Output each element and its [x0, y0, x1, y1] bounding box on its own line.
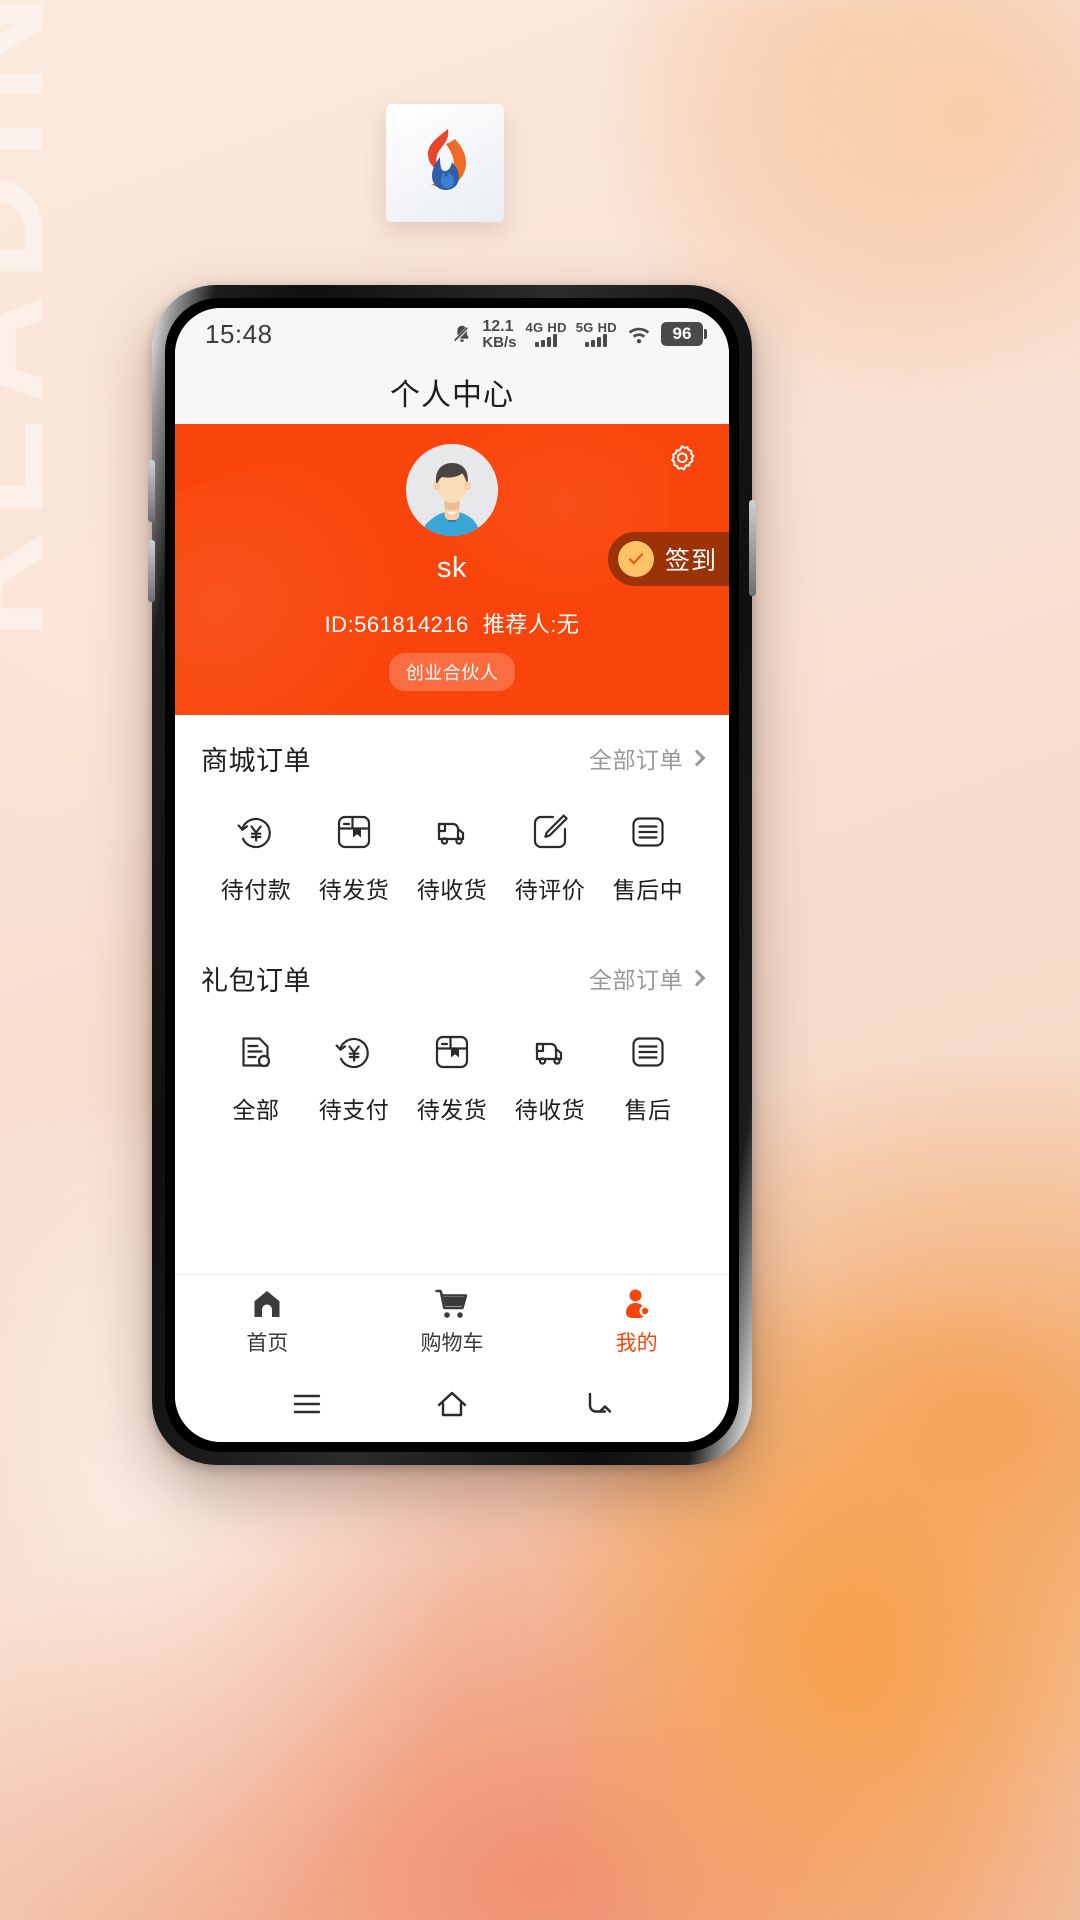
user-id: ID:561814216 [324, 612, 469, 637]
gear-icon [671, 445, 695, 471]
network-speed-value: 12.1 [482, 317, 514, 335]
mall-tile-pending-review[interactable]: 待评价 [501, 809, 599, 905]
network-speed: 12.1 KB/s [482, 317, 517, 351]
mall-orders-view-all-label: 全部订单 [589, 747, 683, 773]
edit-pencil-icon [528, 809, 572, 855]
tab-cart[interactable]: 购物车 [360, 1284, 545, 1357]
profile-header: 签到 sk ID:561814216 推荐人:无 创业合伙人 [175, 424, 729, 715]
wallpaper-watermark: READING [0, 0, 74, 640]
gift-orders-view-all-label: 全部订单 [589, 967, 683, 993]
phone-bezel: 15:48 12.1 KB/s 4G HD 5G HD 96 个人中心 签到 s… [165, 298, 739, 1452]
sim1-signal: 4G HD [526, 321, 567, 348]
network-speed-unit: KB/s [482, 333, 517, 351]
tab-cart-label: 购物车 [420, 1332, 484, 1355]
back-nav-icon[interactable] [574, 1381, 620, 1427]
battery-indicator: 96 [661, 322, 707, 346]
mall-orders-section: 商城订单 全部订单 待付款 待发货 待收货 待评价 售后中 [175, 715, 729, 935]
user-level-badge[interactable]: 创业合伙人 [388, 653, 516, 691]
cart-icon [435, 1284, 469, 1320]
gift-orders-tiles: 全部 待支付 待发货 待收货 售后 [201, 1021, 703, 1155]
main-content: 商城订单 全部订单 待付款 待发货 待收货 待评价 售后中 礼包订单 全部订单 … [175, 715, 729, 1274]
gift-tile-pending-receipt[interactable]: 待收货 [501, 1029, 599, 1125]
volume-up-button[interactable] [148, 460, 155, 522]
mall-tile-label: 待收货 [416, 877, 488, 903]
gift-tile-after-sale[interactable]: 售后 [599, 1029, 697, 1125]
package-box-icon [332, 809, 376, 855]
mall-orders-tiles: 待付款 待发货 待收货 待评价 售后中 [201, 801, 703, 935]
gift-tile-label: 待支付 [318, 1097, 390, 1123]
delivery-truck-icon [430, 809, 474, 855]
yen-refund-icon [332, 1029, 376, 1075]
volume-down-button[interactable] [148, 540, 155, 602]
sim1-bars-icon [535, 334, 558, 348]
person-icon [621, 1284, 653, 1320]
tab-profile-label: 我的 [615, 1332, 658, 1355]
home-icon [251, 1284, 283, 1320]
home-nav-icon[interactable] [429, 1381, 475, 1427]
status-bar-clock: 15:48 [205, 318, 273, 349]
user-meta: ID:561814216 推荐人:无 [175, 607, 729, 639]
android-nav-bar [175, 1366, 729, 1442]
bell-muted-icon [454, 325, 469, 342]
gift-tile-label: 待收货 [514, 1097, 586, 1123]
mall-orders-view-all[interactable]: 全部订单 [589, 741, 706, 775]
phone-screen: 15:48 12.1 KB/s 4G HD 5G HD 96 个人中心 签到 s… [175, 308, 729, 1442]
chevron-right-icon [688, 969, 706, 987]
gift-tile-pending-payment[interactable]: 待支付 [305, 1029, 403, 1125]
sim2-bars-icon [585, 334, 608, 348]
user-avatar-icon [406, 444, 498, 536]
gift-orders-section: 礼包订单 全部订单 全部 待支付 待发货 待收货 售后 [175, 935, 729, 1155]
tab-home[interactable]: 首页 [175, 1284, 360, 1357]
mall-orders-title: 商城订单 [201, 745, 311, 776]
yen-refund-icon [234, 809, 278, 855]
mall-tile-pending-shipment[interactable]: 待发货 [305, 809, 403, 905]
gift-tile-all[interactable]: 全部 [207, 1029, 305, 1125]
chevron-right-icon [688, 749, 706, 767]
sim2-signal: 5G HD [576, 321, 617, 348]
tab-home-label: 首页 [246, 1332, 289, 1355]
mall-tile-after-sale[interactable]: 售后中 [599, 809, 697, 905]
page-header: 个人中心 [175, 360, 729, 424]
settings-button[interactable] [663, 442, 701, 480]
gift-tile-label: 待发货 [416, 1097, 488, 1123]
package-box-icon [430, 1029, 474, 1075]
page-title: 个人中心 [390, 379, 514, 412]
mall-tile-label: 待发货 [318, 877, 390, 903]
after-sale-list-icon [626, 809, 670, 855]
user-referrer: 推荐人:无 [482, 612, 580, 637]
power-button[interactable] [749, 500, 756, 596]
sim1-label: 4G HD [525, 319, 567, 335]
mall-tile-label: 待付款 [220, 877, 292, 903]
after-sale-list-icon [626, 1029, 670, 1075]
delivery-truck-icon [528, 1029, 572, 1075]
check-in-label: 签到 [664, 547, 717, 575]
recents-menu-icon[interactable] [284, 1381, 330, 1427]
document-all-icon [234, 1029, 278, 1075]
gift-tile-pending-shipment[interactable]: 待发货 [403, 1029, 501, 1125]
mall-tile-pending-payment[interactable]: 待付款 [207, 809, 305, 905]
tab-profile[interactable]: 我的 [544, 1284, 729, 1357]
check-circle-icon [617, 541, 654, 577]
status-bar: 15:48 12.1 KB/s 4G HD 5G HD 96 [175, 308, 729, 360]
sim2-label: 5G HD [575, 319, 617, 335]
gift-orders-title: 礼包订单 [201, 965, 311, 996]
phone-device: 15:48 12.1 KB/s 4G HD 5G HD 96 个人中心 签到 s… [148, 285, 756, 1465]
mall-tile-label: 售后中 [612, 877, 684, 903]
bottom-tab-bar: 首页 购物车 我的 [175, 1274, 729, 1366]
gift-tile-label: 售后 [624, 1097, 672, 1123]
wifi-icon [628, 327, 650, 344]
flame-logo-icon [428, 129, 466, 190]
avatar[interactable] [406, 444, 498, 536]
user-level-badge-wrap: 创业合伙人 [175, 653, 729, 691]
gift-orders-view-all[interactable]: 全部订单 [589, 961, 706, 995]
gift-orders-header: 礼包订单 全部订单 [201, 935, 706, 1021]
mall-tile-label: 待评价 [514, 877, 586, 903]
mall-tile-pending-receipt[interactable]: 待收货 [403, 809, 501, 905]
flame-app-icon[interactable] [386, 104, 504, 222]
check-in-button[interactable]: 签到 [607, 532, 729, 586]
gift-tile-label: 全部 [232, 1097, 280, 1123]
mall-orders-header: 商城订单 全部订单 [201, 715, 706, 801]
status-bar-icons: 12.1 KB/s 4G HD 5G HD 96 [451, 317, 707, 351]
